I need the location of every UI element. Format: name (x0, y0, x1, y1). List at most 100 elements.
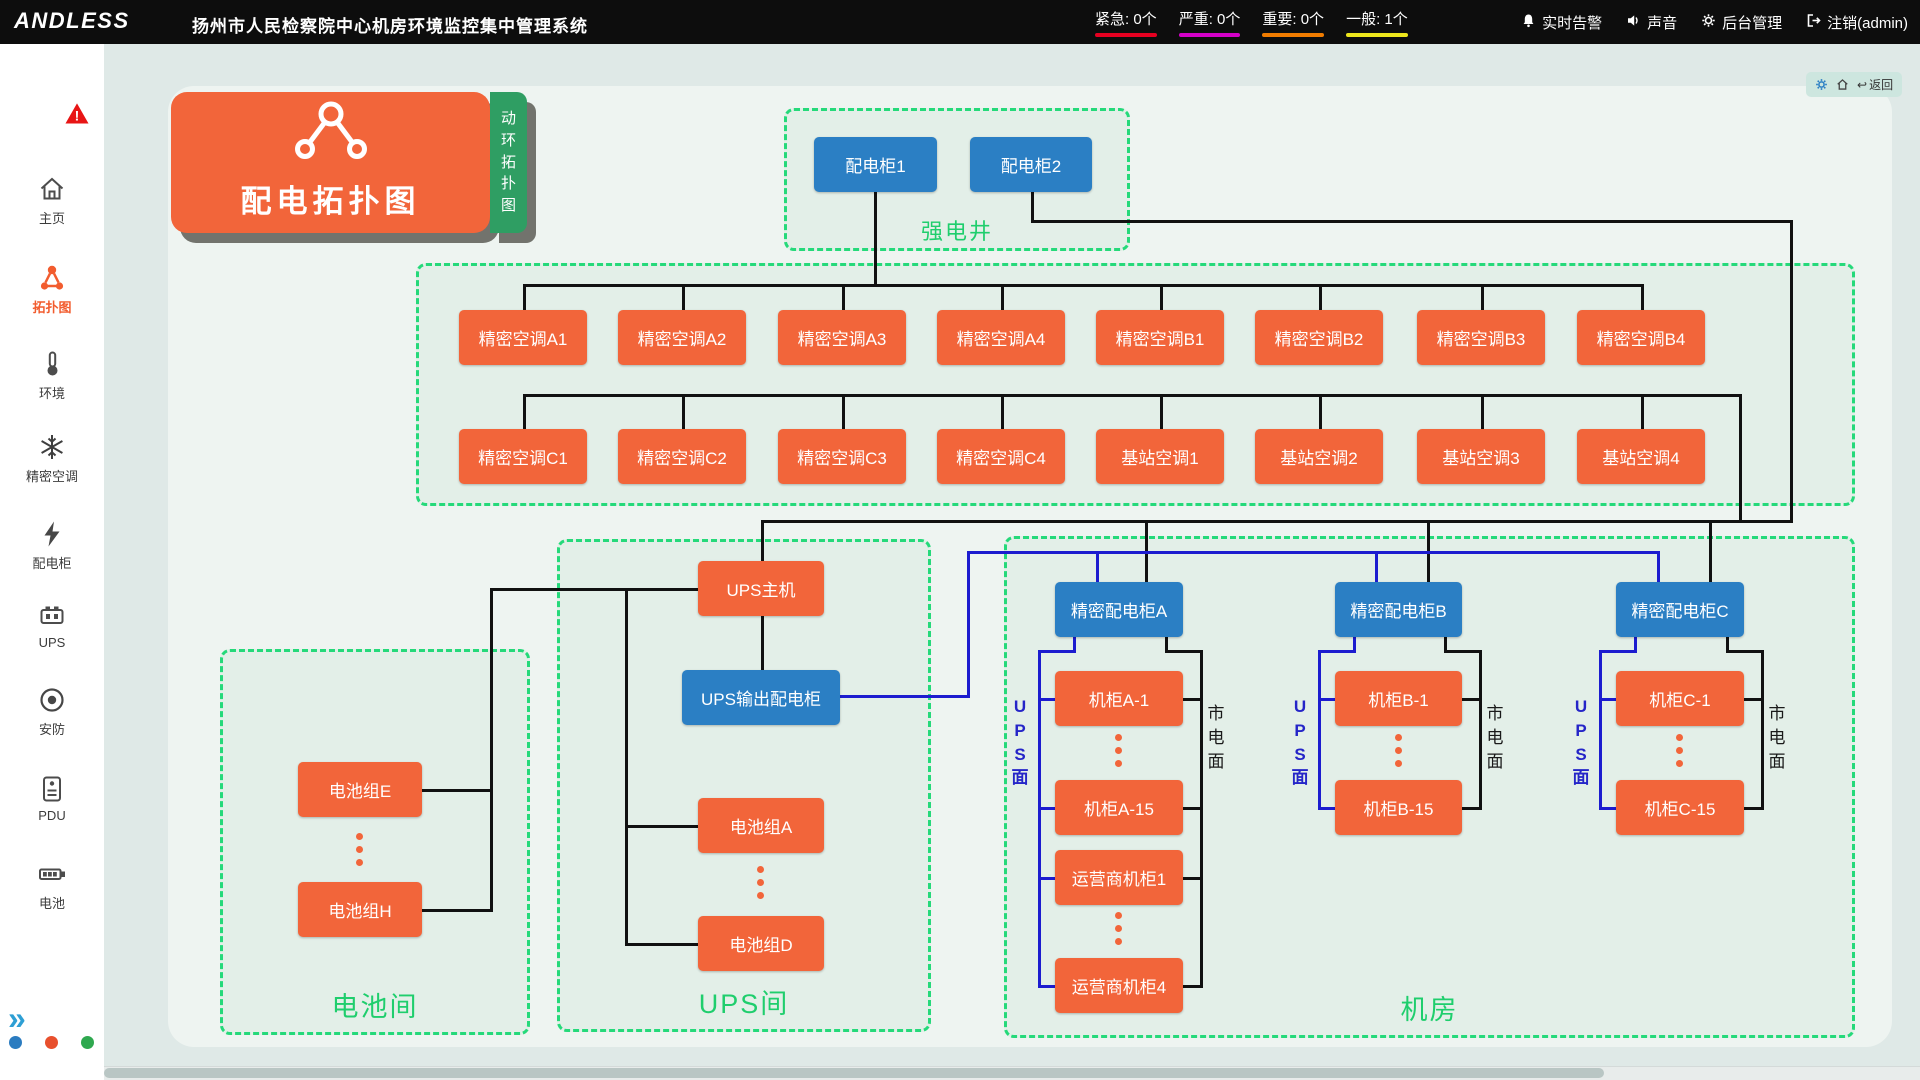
node-rack-c1[interactable]: 机柜C-1 (1616, 671, 1744, 726)
app-window: ANDLESS 扬州市人民检察院中心机房环境监控集中管理系统 紧急: 0个 严重… (0, 0, 1920, 1080)
home-icon[interactable] (1836, 78, 1849, 91)
alarm-text: 一般: 1个 (1346, 8, 1408, 29)
connector-line (1599, 650, 1602, 810)
connector-line (1641, 394, 1644, 432)
node-ups-host[interactable]: UPS主机 (698, 561, 824, 616)
sound-button[interactable]: 声音 (1626, 12, 1677, 33)
realtime-alarm-button[interactable]: 实时告警 (1521, 12, 1602, 33)
connector-line (1599, 650, 1637, 653)
node-ac-c1[interactable]: 精密空调C1 (459, 429, 587, 484)
mains-face-label: 市电面 (1485, 702, 1505, 773)
node-battery-group-h[interactable]: 电池组H (298, 882, 422, 937)
connector-line (1709, 520, 1712, 585)
sidebar-item-environment[interactable]: 环境 (0, 349, 104, 402)
back-arrow-icon: ↩ (1857, 78, 1867, 92)
node-ac-c4[interactable]: 精密空调C4 (937, 429, 1065, 484)
node-rack-c15[interactable]: 机柜C-15 (1616, 780, 1744, 835)
ellipsis-dots (1115, 734, 1123, 767)
node-ac-b3[interactable]: 精密空调B3 (1417, 310, 1545, 365)
connector-line (1462, 698, 1481, 701)
alarm-counter-general[interactable]: 一般: 1个 (1346, 8, 1408, 37)
admin-button[interactable]: 后台管理 (1701, 12, 1782, 33)
node-battery-group-e[interactable]: 电池组E (298, 762, 422, 817)
node-ac-a3[interactable]: 精密空调A3 (778, 310, 906, 365)
node-ac-c2[interactable]: 精密空调C2 (618, 429, 746, 484)
node-pdg2[interactable]: 配电柜2 (970, 137, 1092, 192)
node-rack-b1[interactable]: 机柜B-1 (1335, 671, 1462, 726)
node-pdc-c[interactable]: 精密配电柜C (1616, 582, 1744, 637)
node-pdc-a[interactable]: 精密配电柜A (1055, 582, 1183, 637)
node-ups-output-cabinet[interactable]: UPS输出配电柜 (682, 670, 840, 725)
alarm-warning-badge-icon: ! (63, 100, 91, 131)
sidebar-item-home[interactable]: 主页 (0, 174, 104, 227)
sidebar-item-power-cabinet[interactable]: 配电柜 (0, 519, 104, 572)
gear-icon (1701, 13, 1716, 32)
logout-button[interactable]: 注销(admin) (1806, 12, 1908, 33)
sidebar-item-label: 拓扑图 (0, 297, 104, 316)
ellipsis-dots (757, 866, 765, 899)
sidebar-item-ups[interactable]: UPS (0, 601, 104, 650)
horizontal-scrollbar-thumb[interactable] (104, 1068, 1604, 1078)
node-ac-b4[interactable]: 精密空调B4 (1577, 310, 1705, 365)
node-bs-4[interactable]: 基站空调4 (1577, 429, 1705, 484)
node-pdc-b[interactable]: 精密配电柜B (1335, 582, 1462, 637)
alarm-counter-severe[interactable]: 严重: 0个 (1179, 8, 1241, 37)
connector-line (1481, 394, 1484, 432)
node-bs-2[interactable]: 基站空调2 (1255, 429, 1383, 484)
connector-line (1038, 650, 1076, 653)
alarm-text: 重要: 0个 (1262, 8, 1324, 29)
connector-line (1790, 220, 1793, 523)
alarm-text: 紧急: 0个 (1095, 8, 1157, 29)
connector-line (1031, 220, 1793, 223)
node-battery-group-a[interactable]: 电池组A (698, 798, 824, 853)
back-button[interactable]: ↩返回 (1857, 76, 1893, 93)
connector-line (682, 284, 685, 313)
node-pdg1[interactable]: 配电柜1 (814, 137, 937, 192)
topology-banner-icon (289, 100, 373, 167)
page-banner: 配电拓扑图 动环拓扑图 (171, 92, 527, 233)
sidebar-item-pdu[interactable]: PDU (0, 774, 104, 823)
sidebar-item-topology[interactable]: 拓扑图 (0, 263, 104, 316)
banner-tab-donghuan[interactable]: 动环拓扑图 (490, 92, 527, 233)
alarm-counter-important[interactable]: 重要: 0个 (1262, 8, 1324, 37)
status-dot-red (45, 1036, 58, 1049)
node-ac-a4[interactable]: 精密空调A4 (937, 310, 1065, 365)
banner-title: 配电拓扑图 (171, 176, 490, 221)
node-rack-a15[interactable]: 机柜A-15 (1055, 780, 1183, 835)
node-ac-a1[interactable]: 精密空调A1 (459, 310, 587, 365)
battery-icon (0, 859, 104, 891)
connector-line (761, 520, 764, 564)
node-ac-b1[interactable]: 精密空调B1 (1096, 310, 1224, 365)
node-ac-a2[interactable]: 精密空调A2 (618, 310, 746, 365)
lightning-icon (0, 519, 104, 551)
connector-line (1739, 394, 1742, 523)
node-bs-3[interactable]: 基站空调3 (1417, 429, 1545, 484)
alarm-underline (1346, 33, 1408, 37)
sidebar-item-security[interactable]: 安防 (0, 685, 104, 738)
topbar-menu: 实时告警 声音 后台管理 注销(admin) (1521, 0, 1908, 44)
connector-line (1726, 650, 1764, 653)
node-battery-group-d[interactable]: 电池组D (698, 916, 824, 971)
logout-icon (1806, 13, 1821, 32)
node-ac-b2[interactable]: 精密空调B2 (1255, 310, 1383, 365)
sidebar-item-label: 配电柜 (0, 553, 104, 572)
topbar: ANDLESS 扬州市人民检察院中心机房环境监控集中管理系统 紧急: 0个 严重… (0, 0, 1920, 44)
settings-icon[interactable] (1815, 78, 1828, 91)
node-rack-a1[interactable]: 机柜A-1 (1055, 671, 1183, 726)
node-operator-rack-1[interactable]: 运营商机柜1 (1055, 850, 1183, 905)
node-bs-1[interactable]: 基站空调1 (1096, 429, 1224, 484)
node-ac-c3[interactable]: 精密空调C3 (778, 429, 906, 484)
connector-line (761, 520, 1793, 523)
app-logo: ANDLESS (14, 8, 130, 34)
connector-line (1318, 650, 1356, 653)
connector-line (1744, 807, 1763, 810)
connector-line (967, 551, 970, 698)
connector-line (422, 909, 492, 912)
sidebar-expand-button[interactable]: » (8, 1002, 26, 1034)
sidebar-item-battery[interactable]: 电池 (0, 859, 104, 912)
alarm-counter-urgent[interactable]: 紧急: 0个 (1095, 8, 1157, 37)
node-rack-b15[interactable]: 机柜B-15 (1335, 780, 1462, 835)
connector-line (1160, 394, 1163, 432)
node-operator-rack-4[interactable]: 运营商机柜4 (1055, 958, 1183, 1013)
sidebar-item-precision-ac[interactable]: 精密空调 (0, 432, 104, 485)
